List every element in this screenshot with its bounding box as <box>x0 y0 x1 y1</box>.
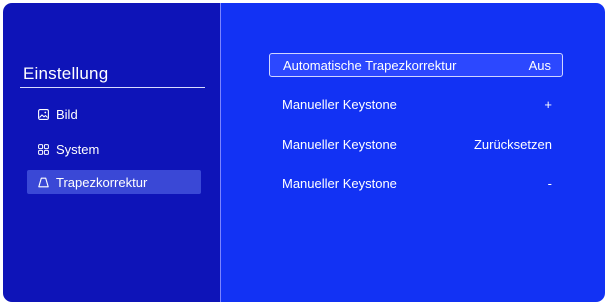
image-icon <box>36 107 50 121</box>
row-value: Zurücksetzen <box>473 136 552 152</box>
row-label: Automatische Trapezkorrektur <box>283 57 457 73</box>
row-value: Aus <box>528 57 551 73</box>
grid-icon <box>36 142 50 156</box>
trapezoid-icon <box>36 175 50 189</box>
manual-keystone-plus-row[interactable]: Manueller Keystone + <box>269 92 563 116</box>
manual-keystone-reset-row[interactable]: Manueller Keystone Zurücksetzen <box>269 132 563 156</box>
sidebar-item-label: Trapezkorrektur <box>56 174 148 190</box>
sidebar-item-trapezkorrektur[interactable]: Trapezkorrektur <box>27 170 201 194</box>
sidebar-item-system[interactable]: System <box>27 137 201 161</box>
row-value: + <box>544 96 552 112</box>
sidebar-divider <box>20 87 205 88</box>
row-label: Manueller Keystone <box>282 96 397 112</box>
row-value: - <box>547 175 552 191</box>
auto-keystone-row[interactable]: Automatische Trapezkorrektur Aus <box>269 53 563 77</box>
sidebar-title: Einstellung <box>23 64 109 83</box>
row-label: Manueller Keystone <box>282 175 397 191</box>
sidebar-item-bild[interactable]: Bild <box>27 102 201 126</box>
sidebar-item-label: System <box>56 141 100 157</box>
row-label: Manueller Keystone <box>282 136 397 152</box>
manual-keystone-minus-row[interactable]: Manueller Keystone - <box>269 171 563 195</box>
settings-content: Automatische Trapezkorrektur Aus Manuell… <box>221 3 605 302</box>
settings-panel: Einstellung Bild System Trapezkorrektur … <box>3 3 605 302</box>
sidebar: Einstellung Bild System Trapezkorrektur <box>3 3 220 302</box>
sidebar-item-label: Bild <box>56 106 78 122</box>
